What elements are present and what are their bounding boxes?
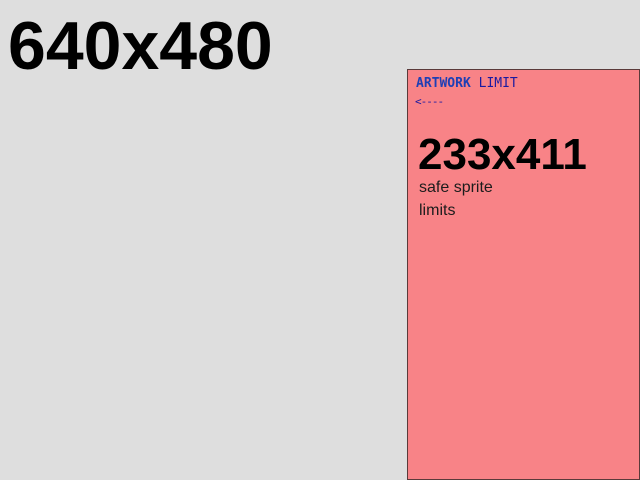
left-arrow-indicator: <----: [415, 95, 444, 108]
sprite-caption: safe sprite limits: [419, 176, 529, 222]
screen-size-label: 640x480: [8, 8, 273, 84]
artwork-limit-panel: ARTWORK LIMIT <---- 233x411 safe sprite …: [407, 69, 640, 480]
panel-title: ARTWORK LIMIT: [416, 76, 518, 92]
sprite-size-label: 233x411: [418, 130, 587, 179]
panel-title-artwork: ARTWORK: [416, 76, 471, 91]
caption-line-1: safe sprite: [419, 179, 493, 196]
caption-line-2: limits: [419, 202, 456, 219]
panel-title-limit: LIMIT: [478, 76, 518, 91]
